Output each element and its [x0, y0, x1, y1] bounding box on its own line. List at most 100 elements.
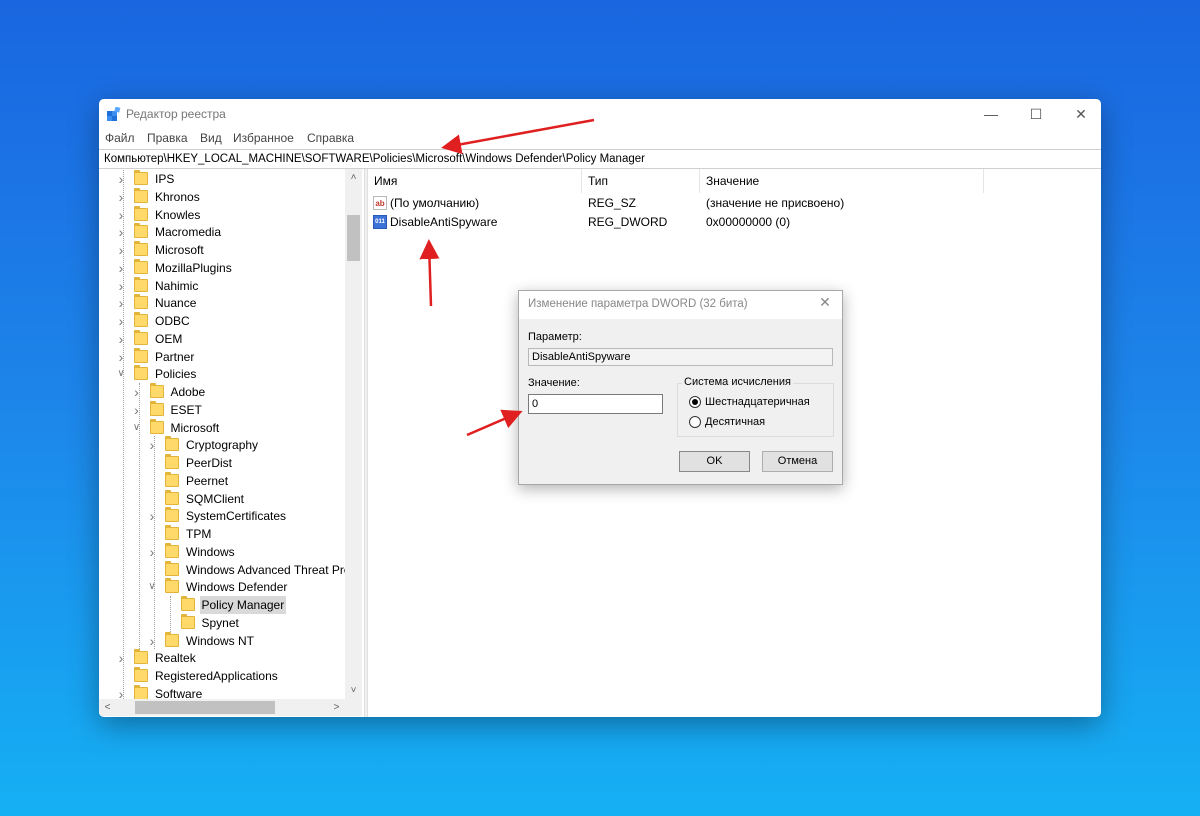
folder-icon [149, 418, 164, 434]
folder-icon [165, 489, 179, 505]
tree-item-label: Windows [186, 544, 235, 559]
folder-icon [165, 436, 179, 452]
folder-icon [134, 205, 148, 221]
folder-icon [134, 294, 148, 310]
value-label: Значение: [528, 377, 580, 389]
title-bar: Редактор реестра — ☐ ✕ [99, 99, 1101, 129]
param-label: Параметр: [528, 331, 582, 343]
menu-bar: Файл Правка Вид Избранное Справка [99, 129, 1101, 149]
chevron-right-icon[interactable]: › [115, 206, 127, 224]
tree-item-label: Adobe [170, 385, 206, 399]
scroll-down-icon[interactable]: ˅ [345, 682, 362, 699]
chevron-right-icon[interactable]: › [115, 312, 127, 330]
folder-icon [149, 383, 164, 398]
scroll-up-icon[interactable]: ˄ [345, 169, 362, 186]
tree-item-label: Windows Advanced Threat Pro [186, 562, 351, 577]
chevron-right-icon[interactable]: › [146, 543, 158, 561]
tree-vertical-scrollbar[interactable]: ˄ ˅ [345, 169, 362, 699]
folder-icon [165, 578, 179, 594]
column-name-header[interactable]: Имя [368, 169, 582, 193]
menu-edit[interactable]: Правка [147, 131, 188, 145]
value-row-default[interactable]: ab (По умолчанию) REG_SZ (значение не пр… [368, 194, 1101, 212]
tree-item-label: Cryptography [186, 438, 259, 453]
scroll-left-icon[interactable]: < [99, 699, 116, 716]
tree-horizontal-scrollbar[interactable]: < > [99, 699, 362, 716]
tree-item-label: SQMClient [186, 491, 245, 506]
chevron-right-icon[interactable]: › [131, 401, 143, 419]
maximize-button[interactable]: ☐ [1013, 99, 1059, 129]
chevron-right-icon[interactable]: › [115, 188, 127, 206]
tree-item-label: MozillaPlugins [155, 260, 232, 275]
radio-dec-label[interactable]: Десятичная [705, 415, 765, 429]
folder-icon [134, 312, 148, 327]
tree-item-label: RegisteredApplications [155, 669, 278, 683]
scroll-thumb[interactable] [347, 215, 360, 261]
column-type-header[interactable]: Тип [582, 169, 700, 193]
tree-item-label: PeerDist [186, 456, 233, 470]
close-button[interactable]: ✕ [1058, 99, 1101, 129]
folder-icon [134, 258, 148, 274]
value-type: REG_DWORD [588, 215, 668, 229]
value-input[interactable]: 0 [528, 394, 663, 414]
chevron-right-icon[interactable]: › [146, 632, 158, 650]
chevron-down-icon[interactable]: ∨ [131, 419, 143, 437]
tree-item-label: Windows Defender [186, 580, 288, 595]
value-row-disableantispyware[interactable]: 011 DisableAntiSpyware REG_DWORD 0x00000… [368, 213, 1101, 231]
chevron-right-icon[interactable]: › [146, 507, 158, 525]
chevron-right-icon[interactable]: › [115, 223, 127, 241]
registry-editor-icon [107, 107, 121, 121]
radio-dec-icon[interactable] [689, 416, 701, 428]
menu-file[interactable]: Файл [105, 131, 135, 145]
scroll-right-icon[interactable]: > [328, 699, 345, 716]
menu-favorites[interactable]: Избранное [233, 131, 294, 145]
folder-icon [134, 365, 148, 381]
chevron-right-icon[interactable]: › [115, 241, 127, 259]
tree-item-label: Macromedia [155, 225, 222, 240]
folder-icon [134, 649, 148, 665]
tree-item-label: Nahimic [155, 278, 199, 293]
value-data: (значение не присвоено) [706, 196, 845, 210]
tree-item-label: Policy Manager [199, 596, 287, 614]
tree-item-label: SystemCertificates [186, 509, 287, 524]
tree-item-label: ODBC [155, 314, 190, 328]
radio-hex-icon[interactable] [689, 396, 701, 408]
folder-icon [134, 276, 148, 292]
chevron-right-icon[interactable]: › [115, 294, 127, 312]
folder-icon [165, 525, 179, 540]
cancel-button[interactable]: Отмена [762, 451, 833, 472]
chevron-right-icon[interactable]: › [115, 649, 127, 667]
menu-help[interactable]: Справка [307, 131, 354, 145]
window-title: Редактор реестра [126, 107, 226, 121]
ok-button[interactable]: OK [679, 451, 750, 472]
folder-icon [134, 170, 148, 185]
tree-item-label: Nuance [155, 296, 197, 311]
value-data: 0x00000000 (0) [706, 215, 791, 229]
tree-item-label: Spynet [201, 615, 239, 630]
minimize-button[interactable]: — [968, 99, 1014, 129]
dialog-title-bar: Изменение параметра DWORD (32 бита) ✕ [519, 291, 842, 319]
chevron-right-icon[interactable]: › [131, 383, 143, 401]
folder-icon [134, 667, 148, 682]
chevron-down-icon[interactable]: ∨ [115, 365, 127, 383]
tree-item-label: Microsoft [155, 243, 204, 257]
chevron-right-icon[interactable]: › [115, 259, 127, 277]
dialog-close-icon[interactable]: ✕ [814, 294, 836, 311]
tree-item-label: TPM [186, 527, 212, 541]
registry-tree: › IPS › Khronos › Knowles › Macromedia › Microsof… [99, 169, 364, 717]
tree-item-label: Windows NT [186, 633, 255, 648]
chevron-right-icon[interactable]: › [115, 170, 127, 188]
tree-item-label: ESET [170, 402, 202, 417]
folder-icon [134, 684, 148, 700]
tree-item-label: Khronos [155, 189, 200, 204]
chevron-right-icon[interactable]: › [115, 330, 127, 348]
chevron-right-icon[interactable]: › [115, 277, 127, 295]
menu-view[interactable]: Вид [200, 131, 222, 145]
address-bar[interactable]: Компьютер\HKEY_LOCAL_MACHINE\SOFTWARE\Po… [99, 149, 1101, 169]
chevron-down-icon[interactable]: ∨ [146, 578, 158, 596]
column-value-header[interactable]: Значение [700, 169, 984, 193]
radio-hex-label[interactable]: Шестнадцатеричная [705, 395, 810, 409]
chevron-right-icon[interactable]: › [115, 348, 127, 366]
list-header: Имя Тип Значение [368, 169, 1101, 193]
hscroll-thumb[interactable] [135, 701, 275, 714]
chevron-right-icon[interactable]: › [146, 436, 158, 454]
